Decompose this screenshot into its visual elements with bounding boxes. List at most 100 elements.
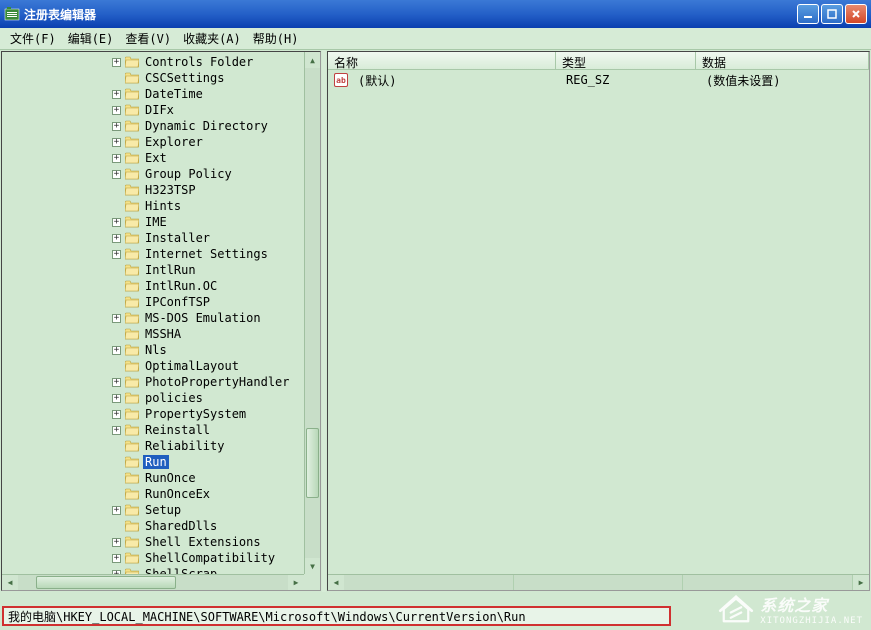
- tree-item-label[interactable]: Controls Folder: [143, 55, 255, 69]
- vscroll-thumb[interactable]: [306, 428, 319, 498]
- tree-item[interactable]: IntlRun.OC: [112, 278, 304, 294]
- expand-icon[interactable]: +: [112, 426, 121, 435]
- tree-item[interactable]: + Nls: [112, 342, 304, 358]
- scroll-right-arrow-icon[interactable]: ▶: [288, 575, 304, 590]
- tree-item-label[interactable]: DIFx: [143, 103, 176, 117]
- expand-icon[interactable]: +: [112, 410, 121, 419]
- tree-item-label[interactable]: IPConfTSP: [143, 295, 212, 309]
- tree-item-label[interactable]: PhotoPropertyHandler: [143, 375, 292, 389]
- tree-horizontal-scrollbar[interactable]: ◀ ▶: [2, 574, 304, 590]
- expand-icon[interactable]: +: [112, 170, 121, 179]
- menu-favorites[interactable]: 收藏夹(A): [177, 28, 247, 49]
- tree-item-label[interactable]: Explorer: [143, 135, 205, 149]
- tree-item[interactable]: + PhotoPropertyHandler: [112, 374, 304, 390]
- tree-item[interactable]: +Dynamic Directory: [112, 118, 304, 134]
- tree-item-label[interactable]: Setup: [143, 503, 183, 517]
- tree-item-label[interactable]: Nls: [143, 343, 169, 357]
- tree-item-label[interactable]: Ext: [143, 151, 169, 165]
- scroll-left-arrow-icon[interactable]: ◀: [328, 575, 344, 590]
- tree-item[interactable]: +Explorer: [112, 134, 304, 150]
- tree-item[interactable]: SharedDlls: [112, 518, 304, 534]
- tree-item[interactable]: IntlRun: [112, 262, 304, 278]
- tree-item-label[interactable]: RunOnce: [143, 471, 198, 485]
- column-header-data[interactable]: 数据: [696, 52, 869, 69]
- tree-item-label[interactable]: SharedDlls: [143, 519, 219, 533]
- tree-item-label[interactable]: Internet Settings: [143, 247, 270, 261]
- expand-icon[interactable]: +: [112, 106, 121, 115]
- tree-item-label[interactable]: Shell Extensions: [143, 535, 263, 549]
- expand-icon[interactable]: +: [112, 234, 121, 243]
- menu-file[interactable]: 文件(F): [4, 28, 62, 49]
- tree-item-label[interactable]: CSCSettings: [143, 71, 226, 85]
- tree-item-label[interactable]: Installer: [143, 231, 212, 245]
- menu-edit[interactable]: 编辑(E): [62, 28, 120, 49]
- tree-item[interactable]: + Setup: [112, 502, 304, 518]
- tree-item-label[interactable]: Group Policy: [143, 167, 234, 181]
- tree-item-label[interactable]: IME: [143, 215, 169, 229]
- expand-icon[interactable]: +: [112, 314, 121, 323]
- tree-item-label[interactable]: DateTime: [143, 87, 205, 101]
- expand-icon[interactable]: +: [112, 250, 121, 259]
- tree-item-label[interactable]: IntlRun.OC: [143, 279, 219, 293]
- menu-help[interactable]: 帮助(H): [247, 28, 305, 49]
- tree-item-label[interactable]: Hints: [143, 199, 183, 213]
- tree-item[interactable]: + Installer: [112, 230, 304, 246]
- expand-icon[interactable]: +: [112, 90, 121, 99]
- tree-item-label[interactable]: ShellCompatibility: [143, 551, 277, 565]
- tree-item[interactable]: + Group Policy: [112, 166, 304, 182]
- expand-icon[interactable]: +: [112, 154, 121, 163]
- expand-icon[interactable]: +: [112, 58, 121, 67]
- expand-icon[interactable]: +: [112, 378, 121, 387]
- close-button[interactable]: [845, 4, 867, 24]
- tree-item-label[interactable]: RunOnceEx: [143, 487, 212, 501]
- expand-icon[interactable]: +: [112, 554, 121, 563]
- tree-item[interactable]: + Shell Extensions: [112, 534, 304, 550]
- tree-item[interactable]: RunOnce: [112, 470, 304, 486]
- tree-item-label[interactable]: MS-DOS Emulation: [143, 311, 263, 325]
- list-row[interactable]: ab(默认)REG_SZ(数值未设置): [328, 72, 869, 88]
- tree-item[interactable]: Hints: [112, 198, 304, 214]
- hscroll-thumb[interactable]: [36, 576, 176, 589]
- tree-item[interactable]: + DIFx: [112, 102, 304, 118]
- tree-item[interactable]: + MS-DOS Emulation: [112, 310, 304, 326]
- expand-icon[interactable]: +: [112, 218, 121, 227]
- tree-item[interactable]: +ShellScrap: [112, 566, 304, 574]
- tree-item[interactable]: +Reinstall: [112, 422, 304, 438]
- tree-item[interactable]: CSCSettings: [112, 70, 304, 86]
- hscroll-track[interactable]: [344, 575, 853, 590]
- tree-item-label[interactable]: Reliability: [143, 439, 226, 453]
- tree-item[interactable]: + IME: [112, 214, 304, 230]
- maximize-button[interactable]: [821, 4, 843, 24]
- tree-item-label[interactable]: H323TSP: [143, 183, 198, 197]
- expand-icon[interactable]: +: [112, 346, 121, 355]
- tree-item[interactable]: + Internet Settings: [112, 246, 304, 262]
- minimize-button[interactable]: [797, 4, 819, 24]
- list-body[interactable]: ab(默认)REG_SZ(数值未设置): [328, 70, 869, 90]
- tree-vertical-scrollbar[interactable]: ▲ ▼: [304, 52, 320, 574]
- expand-icon[interactable]: +: [112, 506, 121, 515]
- expand-icon[interactable]: +: [112, 538, 121, 547]
- tree-item-label[interactable]: OptimalLayout: [143, 359, 241, 373]
- tree-item[interactable]: H323TSP: [112, 182, 304, 198]
- menu-view[interactable]: 查看(V): [119, 28, 177, 49]
- tree-item-label[interactable]: Run: [143, 455, 169, 469]
- tree-item-label[interactable]: PropertySystem: [143, 407, 248, 421]
- tree-item-label[interactable]: IntlRun: [143, 263, 198, 277]
- tree-scroll-area[interactable]: + Controls Folder CSCSettings + DateTime + DIF…: [2, 52, 304, 574]
- tree-item[interactable]: + PropertySystem: [112, 406, 304, 422]
- list-horizontal-scrollbar[interactable]: ◀ ▶: [328, 574, 869, 590]
- tree-item[interactable]: RunOnceEx: [112, 486, 304, 502]
- column-header-type[interactable]: 类型: [556, 52, 696, 69]
- scroll-down-arrow-icon[interactable]: ▼: [305, 558, 320, 574]
- tree-item[interactable]: IPConfTSP: [112, 294, 304, 310]
- tree-item-label[interactable]: MSSHA: [143, 327, 183, 341]
- expand-icon[interactable]: +: [112, 394, 121, 403]
- tree-item[interactable]: + Controls Folder: [112, 54, 304, 70]
- tree-item[interactable]: Run: [112, 454, 304, 470]
- panel-splitter[interactable]: [322, 50, 326, 592]
- tree-item[interactable]: + ShellCompatibility: [112, 550, 304, 566]
- tree-item-label[interactable]: ShellScrap: [143, 567, 219, 574]
- tree-item[interactable]: + Ext: [112, 150, 304, 166]
- scroll-up-arrow-icon[interactable]: ▲: [305, 52, 320, 68]
- tree-item[interactable]: OptimalLayout: [112, 358, 304, 374]
